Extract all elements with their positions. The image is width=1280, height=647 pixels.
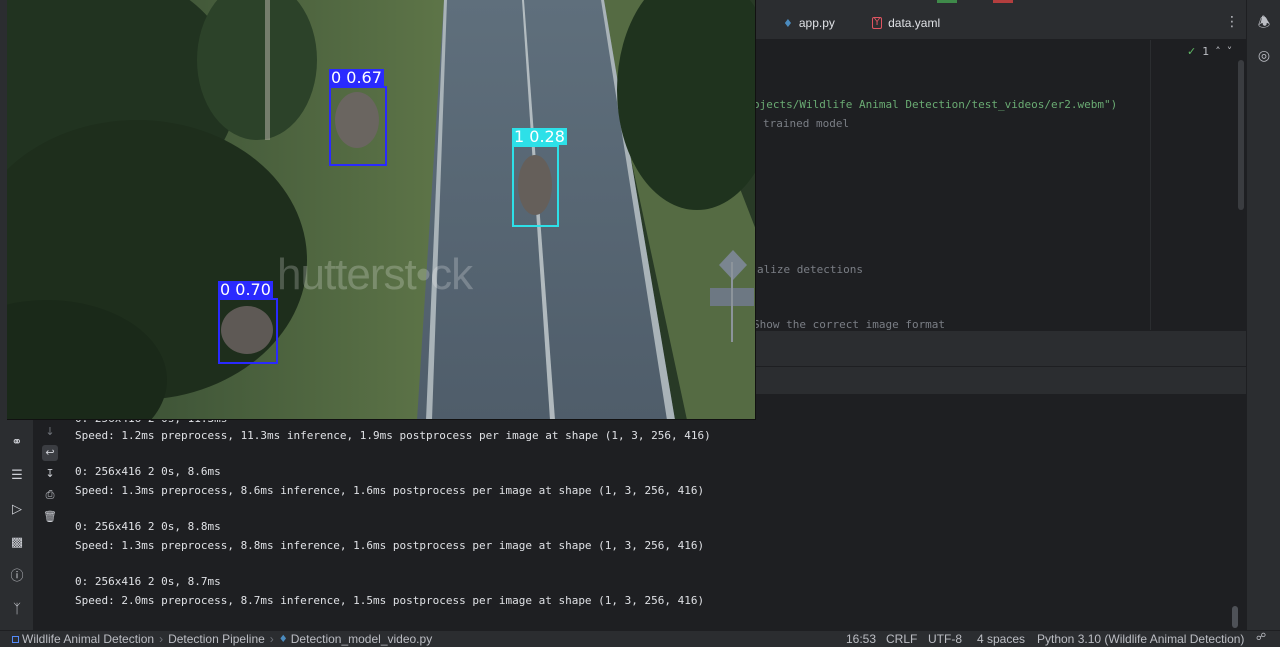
scroll-to-end-icon[interactable]: ↧ bbox=[42, 466, 58, 482]
python-console-icon[interactable]: ⚭ bbox=[7, 433, 27, 453]
editor-scrollbar[interactable] bbox=[1238, 60, 1244, 210]
breadcrumb-folder[interactable]: Detection Pipeline bbox=[168, 632, 265, 646]
detection-box bbox=[218, 298, 278, 364]
run-icon[interactable]: ▷ bbox=[7, 500, 27, 520]
console-scrollbar[interactable] bbox=[1232, 606, 1238, 628]
code-comment: alize detections bbox=[757, 263, 863, 276]
soft-wrap-icon[interactable]: ↩ bbox=[42, 445, 58, 461]
detection-box bbox=[329, 86, 387, 166]
tab-label: data.yaml bbox=[888, 16, 941, 30]
right-margin-guide bbox=[1150, 40, 1151, 330]
breadcrumb: Wildlife Animal Detection › Detection Pi… bbox=[12, 632, 432, 646]
run-indicator-green bbox=[937, 0, 957, 3]
ai-assistant-icon[interactable]: ◎ bbox=[1255, 47, 1273, 65]
code-comment: trained model bbox=[763, 117, 850, 130]
breadcrumb-file[interactable]: Detection_model_video.py bbox=[291, 632, 432, 646]
inspection-widget[interactable]: ✓ 1 ˄ ˅ bbox=[1187, 45, 1232, 58]
lock-icon[interactable]: ☍ bbox=[1256, 632, 1266, 643]
problems-icon[interactable]: ⓘ bbox=[7, 567, 27, 587]
run-indicator-red bbox=[993, 0, 1013, 3]
notifications-icon[interactable]: 🕭 bbox=[1255, 14, 1273, 32]
console-line: Speed: 2.0ms preprocess, 8.7ms inference… bbox=[75, 594, 705, 607]
watermark: hutterst•ck bbox=[277, 250, 473, 299]
console-line: Speed: 1.2ms preprocess, 11.3ms inferenc… bbox=[75, 429, 711, 442]
console-line: Speed: 1.3ms preprocess, 8.6ms inference… bbox=[75, 484, 705, 497]
git-icon[interactable]: ᛉ bbox=[7, 600, 27, 620]
chevron-right-icon: › bbox=[159, 632, 164, 646]
print-icon[interactable]: ⎙ bbox=[42, 487, 58, 503]
line-separator[interactable]: CRLF bbox=[886, 632, 917, 646]
caret-position[interactable]: 16:53 bbox=[846, 632, 876, 646]
more-tabs-icon[interactable]: ⋮ bbox=[1225, 14, 1239, 30]
detection-box bbox=[512, 145, 559, 227]
project-icon bbox=[12, 635, 19, 643]
detection-video-window[interactable]: hutterst•ck 0 0.67 1 0.28 0 0.70 bbox=[7, 0, 756, 420]
inspection-count: 1 bbox=[1202, 45, 1210, 58]
python-file-icon: ♦ bbox=[783, 16, 793, 30]
chevron-right-icon: › bbox=[269, 632, 274, 646]
python-file-icon: ♦ bbox=[278, 633, 288, 645]
terminal-icon[interactable]: ▩ bbox=[7, 533, 27, 553]
detection-label: 0 0.70 bbox=[218, 280, 273, 299]
console-line: 0: 256x416 2 0s, 8.8ms bbox=[75, 520, 221, 533]
console-line: Speed: 1.3ms preprocess, 8.8ms inference… bbox=[75, 539, 705, 552]
tab-data-yaml[interactable]: Y data.yaml bbox=[872, 14, 940, 32]
tab-label: app.py bbox=[798, 16, 835, 30]
tab-app-py[interactable]: ♦ app.py bbox=[783, 14, 835, 32]
python-interpreter[interactable]: Python 3.10 (Wildlife Animal Detection) bbox=[1037, 632, 1244, 646]
console-line: 0: 256x416 2 0s, 8.6ms bbox=[75, 465, 221, 478]
indent-setting[interactable]: 4 spaces bbox=[977, 632, 1025, 646]
run-console[interactable]: 0: 256x416 2 0s, 11.3ms Speed: 1.2ms pre… bbox=[66, 394, 1246, 630]
status-bar: Wildlife Animal Detection › Detection Pi… bbox=[0, 630, 1280, 647]
breadcrumb-project[interactable]: Wildlife Animal Detection bbox=[22, 632, 154, 646]
yaml-file-icon: Y bbox=[872, 17, 883, 29]
code-line-video-path: ojects/Wildlife Animal Detection/test_vi… bbox=[753, 98, 1118, 111]
right-tool-strip: 🕭 ◎ bbox=[1246, 0, 1280, 630]
file-encoding[interactable]: UTF-8 bbox=[928, 632, 962, 646]
chevron-up-icon[interactable]: ˄ bbox=[1215, 45, 1221, 58]
detection-label: 1 0.28 bbox=[512, 127, 567, 146]
layers-icon[interactable]: ☰ bbox=[7, 466, 27, 486]
run-toolbar: ↓ ↩ ↧ ⎙ 🗑 bbox=[34, 420, 66, 630]
check-icon: ✓ bbox=[1187, 45, 1197, 58]
detection-label: 0 0.67 bbox=[329, 68, 384, 87]
chevron-down-icon[interactable]: ˅ bbox=[1227, 45, 1233, 58]
trash-icon[interactable]: 🗑 bbox=[42, 509, 58, 525]
arrow-down-icon[interactable]: ↓ bbox=[42, 424, 58, 440]
video-frame bbox=[7, 0, 755, 419]
console-line: 0: 256x416 2 0s, 8.7ms bbox=[75, 575, 221, 588]
